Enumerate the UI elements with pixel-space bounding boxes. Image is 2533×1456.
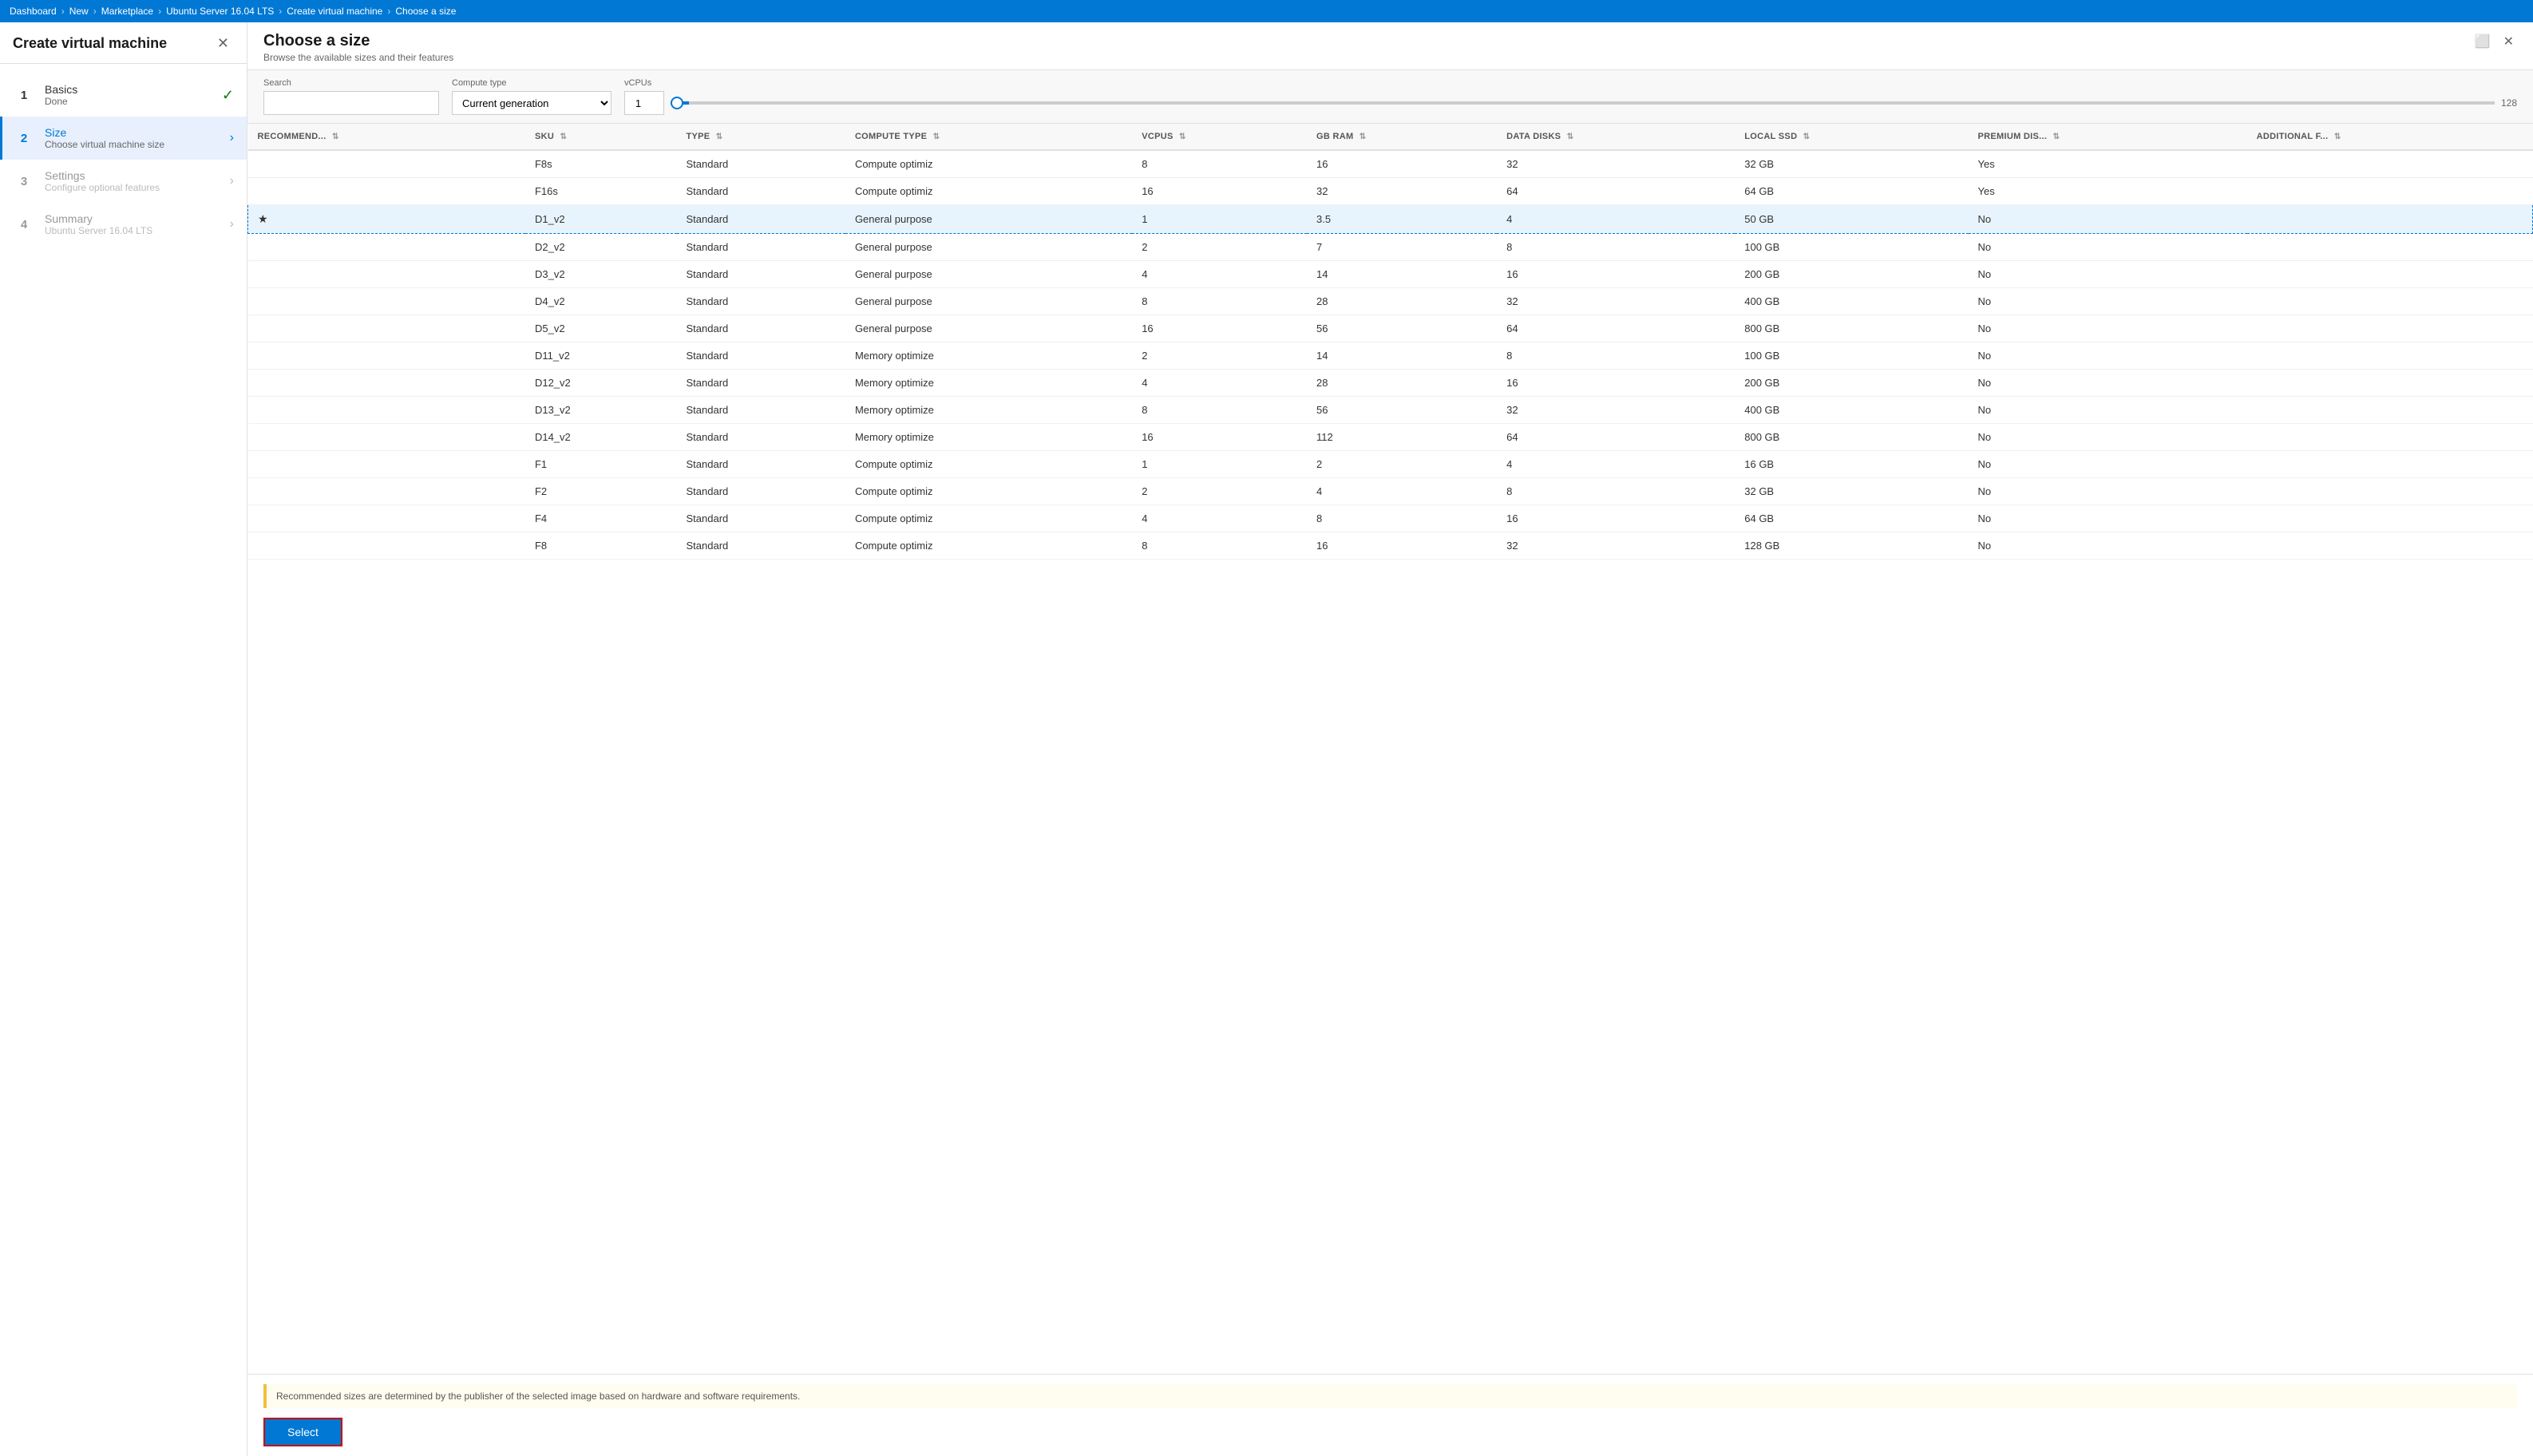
table-row[interactable]: D12_v2StandardMemory optimize42816200 GB… — [248, 370, 2533, 397]
vm-table-body: F8sStandardCompute optimiz8163232 GBYesF… — [248, 150, 2533, 560]
col-additional-f[interactable]: ADDITIONAL F... ⇅ — [2247, 124, 2533, 150]
search-label: Search — [263, 78, 439, 88]
right-panel: Choose a size Browse the available sizes… — [247, 22, 2533, 1456]
table-row[interactable]: ★D1_v2StandardGeneral purpose13.5450 GBN… — [248, 205, 2533, 234]
breadcrumb-marketplace[interactable]: Marketplace — [101, 6, 153, 17]
col-premium-dis[interactable]: PREMIUM DIS... ⇅ — [1969, 124, 2247, 150]
step-arrow-icon-summary: › — [230, 217, 234, 231]
bottom-bar: Recommended sizes are determined by the … — [247, 1374, 2533, 1456]
vcpu-slider[interactable] — [671, 101, 2495, 105]
table-header-row: RECOMMEND... ⇅ SKU ⇅ TYPE ⇅ COMPUTE TYPE… — [248, 124, 2533, 150]
close-button[interactable]: ✕ — [212, 34, 234, 53]
step-number-3: 3 — [13, 170, 35, 192]
breadcrumb: Dashboard › New › Marketplace › Ubuntu S… — [0, 0, 2533, 22]
breadcrumb-create-vm[interactable]: Create virtual machine — [287, 6, 382, 17]
vcpu-label: vCPUs — [624, 78, 2517, 88]
steps-container: 1 Basics Done ✓ 2 Size Choose virtual ma… — [0, 64, 247, 1456]
step-arrow-icon-size: › — [230, 131, 234, 145]
table-row[interactable]: F8StandardCompute optimiz81632128 GBNo — [248, 532, 2533, 560]
vm-size-table-container: RECOMMEND... ⇅ SKU ⇅ TYPE ⇅ COMPUTE TYPE… — [247, 124, 2533, 1374]
col-data-disks[interactable]: DATA DISKS ⇅ — [1497, 124, 1735, 150]
table-row[interactable]: D4_v2StandardGeneral purpose82832400 GBN… — [248, 288, 2533, 315]
col-type[interactable]: TYPE ⇅ — [677, 124, 845, 150]
col-local-ssd[interactable]: LOCAL SSD ⇅ — [1735, 124, 1968, 150]
breadcrumb-ubuntu[interactable]: Ubuntu Server 16.04 LTS — [166, 6, 274, 17]
table-row[interactable]: D2_v2StandardGeneral purpose278100 GBNo — [248, 234, 2533, 261]
step-sublabel-summary: Ubuntu Server 16.04 LTS — [45, 225, 224, 236]
compute-type-label: Compute type — [452, 78, 611, 88]
right-panel-header: Choose a size Browse the available sizes… — [247, 22, 2533, 70]
breadcrumb-dashboard[interactable]: Dashboard — [10, 6, 57, 17]
step-number-4: 4 — [13, 213, 35, 235]
breadcrumb-new[interactable]: New — [69, 6, 89, 17]
step-number-1: 1 — [13, 84, 35, 106]
create-vm-title: Create virtual machine — [13, 35, 167, 52]
recommendation-note: Recommended sizes are determined by the … — [263, 1384, 2517, 1408]
table-row[interactable]: F4StandardCompute optimiz481664 GBNo — [248, 505, 2533, 532]
step-basics[interactable]: 1 Basics Done ✓ — [0, 73, 247, 117]
step-label-settings: Settings — [45, 169, 224, 182]
select-button[interactable]: Select — [263, 1418, 342, 1446]
search-input[interactable] — [263, 91, 439, 115]
step-sublabel-size: Choose virtual machine size — [45, 139, 224, 150]
compute-type-select[interactable]: Current generation All Previous generati… — [452, 91, 611, 115]
table-row[interactable]: D5_v2StandardGeneral purpose165664800 GB… — [248, 315, 2533, 342]
step-sublabel-basics: Done — [45, 96, 216, 107]
step-sublabel-settings: Configure optional features — [45, 182, 224, 193]
table-row[interactable]: F1StandardCompute optimiz12416 GBNo — [248, 451, 2533, 478]
col-sku[interactable]: SKU ⇅ — [525, 124, 677, 150]
vcpu-input[interactable] — [624, 91, 664, 115]
maximize-button[interactable]: ⬜ — [2472, 32, 2494, 51]
table-row[interactable]: D11_v2StandardMemory optimize2148100 GBN… — [248, 342, 2533, 370]
step-summary[interactable]: 4 Summary Ubuntu Server 16.04 LTS › — [0, 203, 247, 246]
step-check-icon: ✓ — [222, 87, 234, 104]
table-row[interactable]: D3_v2StandardGeneral purpose41416200 GBN… — [248, 261, 2533, 288]
filter-bar: Search Compute type Current generation A… — [247, 70, 2533, 124]
vm-size-table: RECOMMEND... ⇅ SKU ⇅ TYPE ⇅ COMPUTE TYPE… — [247, 124, 2533, 560]
table-row[interactable]: F8sStandardCompute optimiz8163232 GBYes — [248, 150, 2533, 178]
table-row[interactable]: D13_v2StandardMemory optimize85632400 GB… — [248, 397, 2533, 424]
left-panel-header: Create virtual machine ✕ — [0, 22, 247, 64]
table-row[interactable]: F16sStandardCompute optimiz16326464 GBYe… — [248, 178, 2533, 205]
vcpu-max-label: 128 — [2501, 97, 2517, 109]
table-row[interactable]: D14_v2StandardMemory optimize1611264800 … — [248, 424, 2533, 451]
step-number-2: 2 — [13, 127, 35, 149]
step-label-basics: Basics — [45, 83, 216, 96]
col-compute-type[interactable]: COMPUTE TYPE ⇅ — [845, 124, 1132, 150]
step-settings[interactable]: 3 Settings Configure optional features › — [0, 160, 247, 203]
star-icon: ★ — [258, 212, 268, 225]
left-panel: Create virtual machine ✕ 1 Basics Done ✓… — [0, 22, 247, 1456]
step-arrow-icon-settings: › — [230, 174, 234, 188]
step-label-size: Size — [45, 126, 224, 139]
breadcrumb-current: Choose a size — [395, 6, 456, 17]
panel-close-button[interactable]: ✕ — [2500, 32, 2517, 51]
step-size[interactable]: 2 Size Choose virtual machine size › — [0, 117, 247, 160]
col-recommended[interactable]: RECOMMEND... ⇅ — [248, 124, 525, 150]
step-label-summary: Summary — [45, 212, 224, 225]
col-gb-ram[interactable]: GB RAM ⇅ — [1307, 124, 1497, 150]
panel-subtitle: Browse the available sizes and their fea… — [263, 52, 453, 63]
col-vcpus[interactable]: VCPUS ⇅ — [1132, 124, 1307, 150]
panel-title: Choose a size — [263, 32, 453, 50]
table-row[interactable]: F2StandardCompute optimiz24832 GBNo — [248, 478, 2533, 505]
